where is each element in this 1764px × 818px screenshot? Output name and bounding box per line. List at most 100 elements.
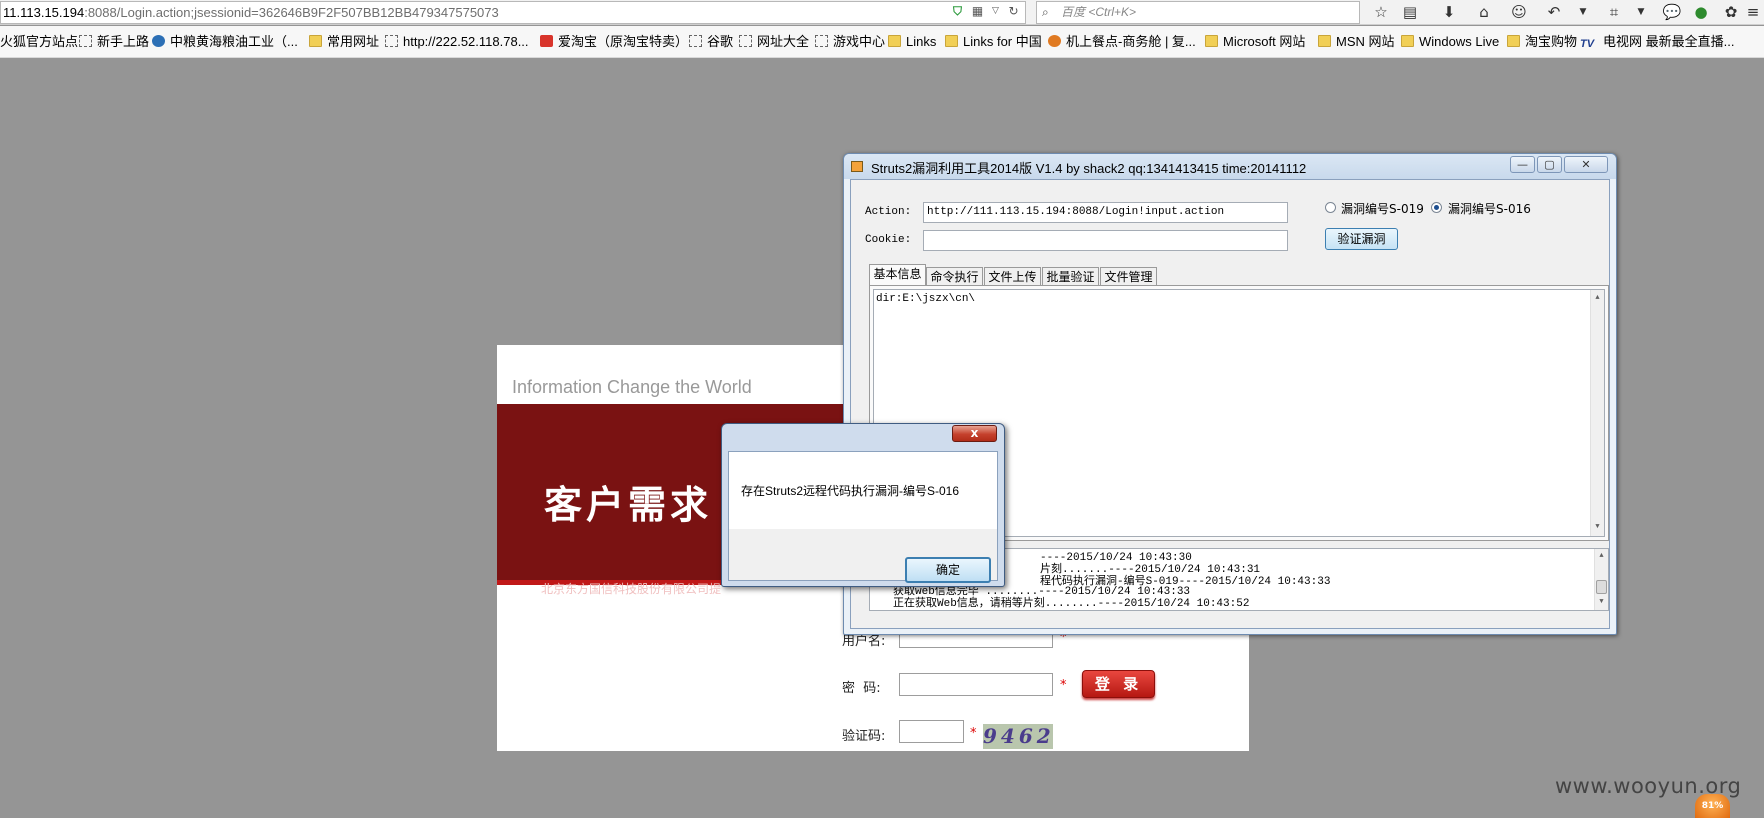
window-titlebar[interactable]: Struts2漏洞利用工具2014版 V1.4 by shack2 qq:134… [844, 154, 1616, 179]
tv-icon: TV [1580, 38, 1595, 50]
scroll-up-icon[interactable]: ▲ [1595, 550, 1608, 563]
scroll-up-icon[interactable]: ▲ [1591, 292, 1604, 305]
folder-icon [1318, 35, 1331, 47]
qr-code-icon[interactable]: ▦ [970, 4, 985, 19]
site-icon [1048, 35, 1061, 47]
log-scrollbar[interactable]: ▲ ▼ [1594, 549, 1608, 610]
search-icon: ⌕ [1042, 5, 1049, 19]
security-shield-icon[interactable]: ⛉ [950, 4, 965, 19]
url-path: :8088/Login.action;jsessionid=362646B9F2… [84, 5, 499, 20]
undo-icon[interactable]: ↶ [1543, 2, 1565, 22]
bookmark-item[interactable]: 爱淘宝（原淘宝特卖） [540, 33, 688, 51]
radio-s016-label: 漏洞编号S-016 [1448, 202, 1531, 216]
bookmark-star-icon[interactable]: ☆ [1370, 2, 1392, 22]
folder-icon [1205, 35, 1218, 47]
bookmark-item[interactable]: http://222.52.118.78... [385, 33, 529, 51]
bookmark-item[interactable]: 机上餐点-商务舱 | 复... [1048, 33, 1196, 51]
folder-icon [309, 35, 322, 47]
verify-vulnerability-button[interactable]: 验证漏洞 [1325, 228, 1398, 250]
output-text: dir:E:\jszx\cn\ [876, 293, 976, 305]
page-icon [689, 35, 702, 47]
page-icon [79, 35, 92, 47]
bookmarks-bar: 火狐官方站点 新手上路 中粮黄海粮油工业（... 常用网址 http://222… [0, 26, 1764, 58]
bookmark-item[interactable]: TV 电视网 最新最全直播... [1580, 33, 1734, 51]
action-url-input[interactable]: http://111.113.15.194:8088/Login!input.a… [923, 202, 1288, 223]
chat-icon[interactable]: 💬 [1661, 2, 1683, 22]
login-button[interactable]: 登 录 [1082, 670, 1155, 698]
tab-file-upload[interactable]: 文件上传 [984, 267, 1041, 287]
bookmark-folder[interactable]: 常用网址 [309, 33, 379, 51]
screenshot-menu-icon[interactable]: ▼ [1630, 2, 1652, 22]
action-label: Action: [865, 206, 912, 218]
required-mark: * [970, 726, 977, 741]
bookmark-item[interactable]: 网址大全 [739, 33, 809, 51]
bookmark-item[interactable]: 游戏中心 [815, 33, 885, 51]
home-icon[interactable]: ⌂ [1473, 2, 1495, 22]
download-icon[interactable]: ⬇ [1438, 2, 1460, 22]
dialog-close-button[interactable]: x [952, 425, 997, 442]
url-host: 11.113.15.194 [3, 5, 85, 20]
ok-button[interactable]: 确定 [905, 557, 991, 583]
menu-icon[interactable]: ≡ [1742, 2, 1764, 22]
page-icon [815, 35, 828, 47]
tray-badge[interactable]: 81% [1695, 794, 1730, 818]
app-icon [851, 161, 863, 172]
bookmark-folder[interactable]: 淘宝购物 [1507, 33, 1577, 51]
tab-file-manager[interactable]: 文件管理 [1100, 267, 1157, 287]
search-placeholder: 百度 <Ctrl+K> [1061, 5, 1137, 19]
folder-icon [1507, 35, 1520, 47]
captcha-label: 验证码: [842, 729, 886, 744]
log-line: 片刻.......----2015/10/24 10:43:31 [1040, 564, 1261, 576]
dialog-message: 存在Struts2远程代码执行漏洞-编号S-016 [741, 484, 960, 498]
radio-s016[interactable] [1431, 202, 1442, 213]
cookie-label: Cookie: [865, 234, 912, 246]
extension-icon[interactable]: ✿ [1720, 2, 1742, 22]
required-mark: * [1060, 678, 1067, 693]
log-line: 正在获取Web信息，请稍等片刻........----2015/10/24 10… [893, 598, 1250, 610]
folder-icon [1401, 35, 1414, 47]
bookmark-item[interactable]: 中粮黄海粮油工业（... [152, 33, 298, 51]
bookmark-item[interactable]: 谷歌 [689, 33, 733, 51]
dropdown-arrow-icon[interactable]: ▽ [988, 4, 1003, 19]
bookmark-folder[interactable]: Microsoft 网站 [1205, 33, 1305, 51]
radio-s019[interactable] [1325, 202, 1336, 213]
captcha-field[interactable] [899, 720, 964, 743]
tab-batch-verify[interactable]: 批量验证 [1042, 267, 1099, 287]
bookmark-folder[interactable]: MSN 网站 [1318, 33, 1395, 51]
bookmark-folder[interactable]: Links for 中国 [945, 33, 1042, 51]
reload-icon[interactable]: ↻ [1006, 4, 1021, 19]
folder-icon [945, 35, 958, 47]
window-title: Struts2漏洞利用工具2014版 V1.4 by shack2 qq:134… [871, 161, 1307, 176]
search-input[interactable]: ⌕ 百度 <Ctrl+K> [1036, 1, 1360, 24]
scroll-thumb[interactable] [1596, 580, 1607, 594]
page-icon [385, 35, 398, 47]
crop-screenshot-icon[interactable]: ⌗ [1603, 2, 1625, 22]
scroll-down-icon[interactable]: ▼ [1591, 521, 1604, 534]
bookmark-folder[interactable]: Links [888, 33, 936, 51]
smiley-icon[interactable]: ☺ [1508, 2, 1530, 22]
output-scrollbar[interactable]: ▲ ▼ [1590, 290, 1604, 536]
log-line: 获取web信息完毕 ........----2015/10/24 10:43:3… [893, 586, 1191, 598]
browser-toolbar: 11.113.15.194:8088/Login.action;jsession… [0, 0, 1764, 25]
close-button[interactable]: ✕ [1564, 156, 1608, 173]
bookmark-folder[interactable]: Windows Live [1401, 33, 1499, 51]
maximize-button[interactable]: ▢ [1537, 156, 1562, 173]
folder-icon [888, 35, 901, 47]
tab-command-exec[interactable]: 命令执行 [926, 267, 983, 287]
bookmark-item[interactable]: 新手上路 [79, 33, 149, 51]
bookmark-item[interactable]: 火狐官方站点 [0, 33, 78, 51]
password-field[interactable] [899, 673, 1053, 696]
undo-menu-icon[interactable]: ▼ [1572, 2, 1594, 22]
radio-s019-label: 漏洞编号S-019 [1341, 202, 1424, 216]
cookie-input[interactable] [923, 230, 1288, 251]
taobao-icon [540, 35, 553, 47]
page-icon [739, 35, 752, 47]
captcha-image[interactable]: 9462 [983, 724, 1053, 749]
address-bar[interactable]: 11.113.15.194:8088/Login.action;jsession… [0, 1, 1026, 24]
alert-dialog: x 存在Struts2远程代码执行漏洞-编号S-016 确定 [721, 423, 1005, 587]
safety-icon[interactable]: ● [1690, 2, 1712, 22]
reading-list-icon[interactable]: ▤ [1399, 2, 1421, 22]
scroll-down-icon[interactable]: ▼ [1595, 596, 1608, 609]
password-label: 密 码: [842, 681, 881, 696]
minimize-button[interactable]: — [1510, 156, 1535, 173]
